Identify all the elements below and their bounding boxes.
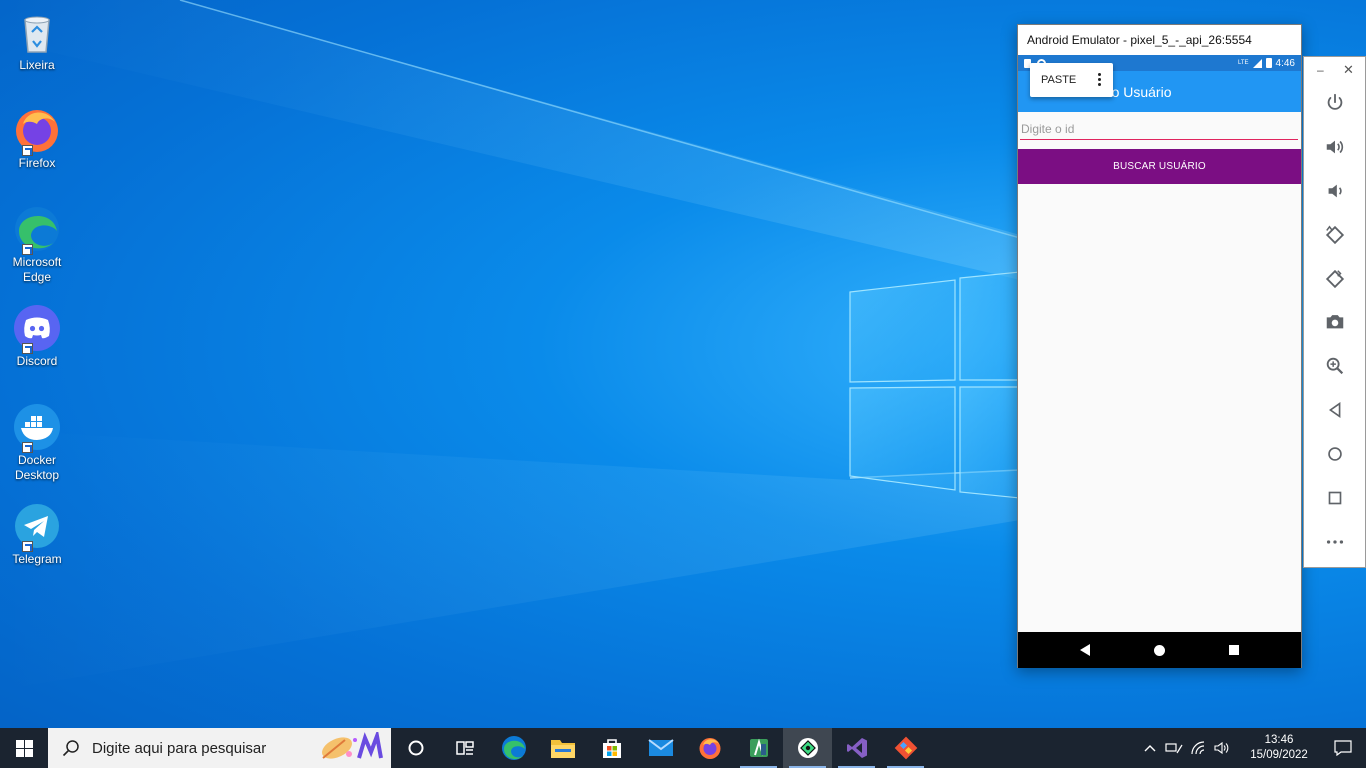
telegram-icon	[13, 502, 61, 552]
cortana-icon	[408, 740, 423, 756]
mail-icon	[647, 739, 674, 756]
android-studio-icon	[749, 738, 768, 757]
power-icon[interactable]	[1322, 90, 1348, 116]
shortcut-arrow-icon	[22, 244, 33, 255]
store-icon	[602, 739, 621, 758]
taskbar-firefox[interactable]	[685, 728, 734, 768]
volume-up-icon[interactable]	[1322, 134, 1348, 160]
emulator-icon	[797, 738, 818, 758]
desktop-icon-label: Discord	[16, 354, 58, 368]
desktop-icon-label: Lixeira	[19, 58, 55, 72]
taskbar: Digite aqui para pesquisar 13:46 15/09/2…	[0, 728, 1366, 768]
start-button[interactable]	[0, 728, 48, 768]
toolbar-window-controls: – ✕	[1304, 62, 1364, 79]
edge-icon	[13, 205, 61, 255]
volume-icon[interactable]	[1210, 728, 1234, 768]
git-icon	[894, 736, 917, 760]
overview-icon[interactable]	[1322, 485, 1348, 511]
desktop-icon-edge[interactable]: Microsoft Edge	[2, 205, 72, 285]
visual-studio-icon	[846, 738, 867, 758]
taskbar-visual-studio[interactable]	[832, 728, 881, 768]
notification-center-button[interactable]	[1320, 728, 1366, 768]
volume-down-icon[interactable]	[1322, 178, 1348, 204]
paste-popup[interactable]: PASTE	[1030, 63, 1113, 97]
firefox-icon	[13, 106, 61, 156]
android-emulator-window[interactable]: Android Emulator - pixel_5_-_api_26:5554…	[1017, 24, 1302, 668]
cortana-button[interactable]	[391, 728, 440, 768]
system-tray: 13:46 15/09/2022	[1138, 728, 1366, 768]
battery-icon	[1265, 58, 1272, 68]
home-icon[interactable]	[1322, 441, 1348, 467]
signal-icon	[1252, 58, 1262, 68]
task-view-icon	[455, 741, 474, 755]
rotate-left-icon[interactable]	[1322, 222, 1348, 248]
desktop-icon-label: Docker Desktop	[14, 453, 60, 482]
close-button[interactable]: ✕	[1343, 62, 1354, 78]
chevron-up-icon[interactable]	[1138, 728, 1162, 768]
status-time: 4:46	[1275, 57, 1295, 69]
firefox-icon	[699, 738, 720, 759]
desktop-icon-firefox[interactable]: Firefox	[2, 106, 72, 171]
zoom-icon[interactable]	[1322, 353, 1348, 379]
search-icon	[62, 740, 79, 757]
nav-back-icon[interactable]	[1080, 644, 1090, 656]
desktop-icon-recycle-bin[interactable]: Lixeira	[2, 8, 72, 73]
desktop-icon-discord[interactable]: Discord	[2, 304, 72, 369]
discord-icon	[13, 304, 61, 354]
emulator-toolbar: – ✕	[1303, 56, 1366, 568]
desktop-icon-label: Telegram	[12, 552, 62, 566]
taskbar-android-studio[interactable]	[734, 728, 783, 768]
network-status-icon[interactable]	[1162, 728, 1186, 768]
search-highlight-illustration-icon	[322, 732, 383, 759]
paste-button[interactable]: PASTE	[1041, 74, 1076, 86]
docker-icon	[13, 403, 61, 453]
android-nav-bar	[1018, 632, 1301, 668]
taskbar-clock[interactable]: 13:46 15/09/2022	[1238, 733, 1320, 763]
shortcut-arrow-icon	[22, 145, 33, 156]
shortcut-arrow-icon	[22, 442, 33, 453]
desktop-icon-telegram[interactable]: Telegram	[2, 502, 72, 567]
taskbar-search-box[interactable]: Digite aqui para pesquisar	[48, 728, 391, 768]
task-view-button[interactable]	[440, 728, 489, 768]
taskbar-store[interactable]	[587, 728, 636, 768]
back-icon[interactable]	[1322, 397, 1348, 423]
more-vert-icon[interactable]	[1098, 73, 1101, 86]
wifi-icon[interactable]	[1186, 728, 1210, 768]
camera-icon[interactable]	[1322, 309, 1348, 335]
more-icon[interactable]	[1322, 529, 1348, 555]
desktop-icon-docker[interactable]: Docker Desktop	[2, 403, 72, 483]
taskbar-emulator[interactable]	[783, 728, 832, 768]
network-type-label: LTE	[1237, 60, 1249, 66]
emulator-title-bar[interactable]: Android Emulator - pixel_5_-_api_26:5554	[1018, 25, 1301, 55]
clock-date: 15/09/2022	[1250, 749, 1308, 761]
nav-home-icon[interactable]	[1154, 644, 1165, 656]
id-input[interactable]	[1020, 118, 1298, 140]
taskbar-mail[interactable]	[636, 728, 685, 768]
clock-time: 13:46	[1264, 734, 1294, 746]
minimize-button[interactable]: –	[1317, 63, 1324, 77]
shortcut-arrow-icon	[22, 541, 33, 552]
taskbar-file-explorer[interactable]	[538, 728, 587, 768]
emulator-title: Android Emulator - pixel_5_-_api_26:5554	[1027, 33, 1252, 47]
recycle-bin-icon	[13, 8, 61, 56]
search-placeholder: Digite aqui para pesquisar	[92, 739, 267, 757]
notification-icon	[1334, 740, 1352, 756]
windows-logo-icon	[15, 739, 33, 757]
desktop-icon-label: Microsoft Edge	[12, 255, 62, 284]
desktop-icon-label: Firefox	[18, 156, 56, 170]
edge-icon	[501, 736, 526, 760]
shortcut-arrow-icon	[22, 343, 33, 354]
nav-overview-icon[interactable]	[1229, 645, 1239, 655]
file-explorer-icon	[550, 740, 575, 758]
taskbar-edge[interactable]	[489, 728, 538, 768]
phone-screen[interactable]: LTE 4:46 ndo Usuário PASTE BUSCAR USUÁRI…	[1018, 55, 1301, 668]
search-user-button[interactable]: BUSCAR USUÁRIO	[1018, 149, 1301, 184]
taskbar-git[interactable]	[881, 728, 930, 768]
rotate-right-icon[interactable]	[1322, 266, 1348, 292]
